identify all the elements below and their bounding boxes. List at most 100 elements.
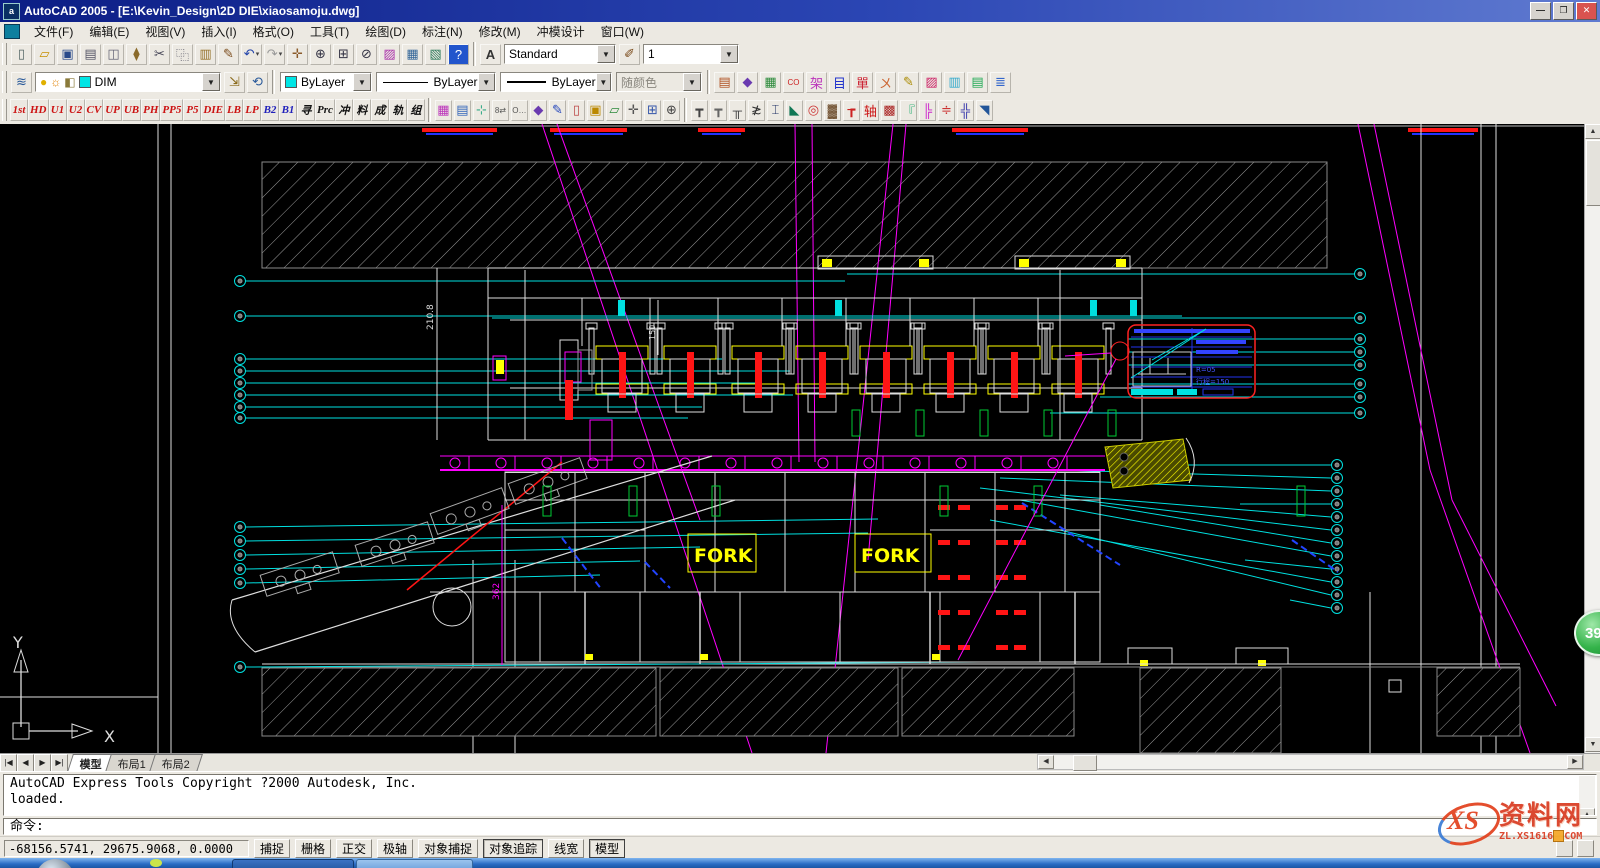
menu-格式O[interactable]: 格式(O) — [245, 24, 302, 40]
plot-preview-icon[interactable]: ◫ — [103, 44, 124, 65]
die-button-成[interactable]: 成 — [371, 99, 389, 121]
zoom-realtime-icon[interactable]: ⊕ — [310, 44, 331, 65]
save-icon[interactable]: ▣ — [57, 44, 78, 65]
punch-4-icon[interactable]: ≵ — [748, 100, 765, 121]
punch-8-icon[interactable]: ▓ — [824, 100, 841, 121]
text-style-combo[interactable]: Standard ▼ — [504, 44, 616, 64]
title-bar[interactable]: a AutoCAD 2005 - [E:\Kevin_Design\2D DIE… — [0, 0, 1600, 22]
die-bars-icon[interactable]: ▥ — [944, 72, 965, 93]
restore-button[interactable]: ❐ — [1553, 2, 1574, 20]
status-toggle-极轴[interactable]: 极轴 — [377, 839, 413, 858]
die-palette-icon[interactable]: ▨ — [921, 72, 942, 93]
linetype-combo[interactable]: ByLayer ▼ — [376, 72, 496, 92]
tab-nav-2[interactable]: ▶ — [34, 754, 51, 772]
command-prompt[interactable]: 命令: — [3, 818, 1597, 835]
punch-12-icon[interactable]: 『 — [900, 100, 917, 121]
tab-布局2[interactable]: 布局2 — [149, 754, 203, 772]
status-toggle-模型[interactable]: 模型 — [589, 839, 625, 858]
status-toggle-线宽[interactable]: 线宽 — [548, 839, 584, 858]
menu-视图V[interactable]: 视图(V) — [137, 24, 193, 40]
lock-icon[interactable]: ◧ — [64, 75, 75, 89]
layer-color-swatch[interactable] — [79, 76, 91, 88]
punch-1-icon[interactable]: ┳ — [691, 100, 708, 121]
tool-plus-icon[interactable]: ⊕ — [663, 100, 680, 121]
status-toggle-正交[interactable]: 正交 — [336, 839, 372, 858]
status-toggle-栅格[interactable]: 栅格 — [295, 839, 331, 858]
die-button-LB[interactable]: LB — [225, 99, 243, 121]
die-button-UP[interactable]: UP — [103, 99, 122, 121]
die-button-HD[interactable]: HD — [28, 99, 49, 121]
command-history[interactable]: AutoCAD Express Tools Copyright ?2000 Au… — [3, 774, 1597, 816]
die-jia-icon[interactable]: 架 — [806, 72, 827, 93]
punch-16-icon[interactable]: ◥ — [976, 100, 993, 121]
die-pen-icon[interactable]: ✎ — [898, 72, 919, 93]
punch-5-icon[interactable]: ⌶ — [767, 100, 784, 121]
die-button-1st[interactable]: 1st — [10, 99, 28, 121]
new-icon[interactable]: ▯ — [11, 44, 32, 65]
chevron-down-icon[interactable]: ▼ — [353, 73, 371, 91]
tool-b-icon[interactable]: ⊞ — [644, 100, 661, 121]
die-cns-icon[interactable]: 〤 — [875, 72, 896, 93]
die-button-P5[interactable]: P5 — [183, 99, 201, 121]
menu-插入I[interactable]: 插入(I) — [193, 24, 244, 40]
chevron-down-icon[interactable]: ▼ — [596, 73, 611, 91]
bulb-icon[interactable]: ● — [40, 75, 47, 89]
taskbar-app-1[interactable] — [232, 859, 354, 868]
die-button-寻[interactable]: 寻 — [297, 99, 315, 121]
make-layer-current-icon[interactable]: ⇲ — [224, 72, 245, 93]
vertical-scrollbar[interactable]: ▲ ▼ — [1584, 124, 1600, 753]
help-icon[interactable]: ? — [448, 44, 469, 65]
die-button-LP[interactable]: LP — [243, 99, 261, 121]
dim-style-icon[interactable]: ✐ — [619, 44, 640, 65]
punch-6-icon[interactable]: ◣ — [786, 100, 803, 121]
layer-previous-icon[interactable]: ⟲ — [247, 72, 268, 93]
taskbar-app-2[interactable] — [356, 859, 473, 868]
freeze-icon[interactable]: ☼ — [50, 75, 61, 89]
die-button-料[interactable]: 料 — [353, 99, 371, 121]
punch-11-icon[interactable]: ▩ — [881, 100, 898, 121]
chevron-down-icon[interactable]: ▼ — [202, 73, 220, 91]
publish-icon[interactable]: ⧫ — [126, 44, 147, 65]
die-dan-icon[interactable]: 單 — [852, 72, 873, 93]
menu-编辑E[interactable]: 编辑(E) — [81, 24, 137, 40]
horizontal-scroll-thumb[interactable] — [1073, 755, 1097, 771]
die-lib-icon[interactable]: ▤ — [714, 72, 735, 93]
plot-icon[interactable]: ▤ — [80, 44, 101, 65]
punch-7-icon[interactable]: ◎ — [805, 100, 822, 121]
die-button-U2[interactable]: U2 — [67, 99, 85, 121]
die-list-icon[interactable]: ▤ — [967, 72, 988, 93]
zoom-window-icon[interactable]: ⊞ — [333, 44, 354, 65]
die-button-CV[interactable]: CV — [85, 99, 104, 121]
page-green-icon[interactable]: ▱ — [606, 100, 623, 121]
chevron-down-icon[interactable]: ▼ — [478, 73, 495, 91]
die-co-icon[interactable]: CO — [783, 72, 804, 93]
tab-nav-1[interactable]: ◀ — [17, 754, 34, 772]
properties-icon[interactable]: ▨ — [379, 44, 400, 65]
text-style-icon[interactable]: A — [480, 44, 501, 65]
scroll-up-icon[interactable]: ▲ — [1585, 124, 1600, 139]
die-eraser-icon[interactable]: ◆ — [737, 72, 758, 93]
paste-icon[interactable]: ▥ — [195, 44, 216, 65]
tab-nav-0[interactable]: |◀ — [0, 754, 17, 772]
menu-绘图D[interactable]: 绘图(D) — [357, 24, 414, 40]
die-button-轨[interactable]: 轨 — [389, 99, 407, 121]
status-toggle-对象追踪[interactable]: 对象追踪 — [483, 839, 543, 858]
punch-2-icon[interactable]: ┳ — [710, 100, 727, 121]
page-yellow-icon[interactable]: ▣ — [587, 100, 604, 121]
punch-9-icon[interactable]: ┲ — [843, 100, 860, 121]
layer-properties-icon[interactable]: ≋ — [11, 72, 32, 93]
chevron-down-icon[interactable]: ▼ — [597, 45, 615, 63]
redo-icon[interactable]: ↷▾ — [264, 44, 285, 65]
scroll-right-icon[interactable]: ▶ — [1567, 755, 1583, 769]
die-button-UB[interactable]: UB — [122, 99, 141, 121]
punch-10-icon[interactable]: 轴 — [862, 100, 879, 121]
copy-red-icon[interactable]: ▯ — [568, 100, 585, 121]
designcenter-icon[interactable]: ▦ — [402, 44, 423, 65]
chevron-down-icon[interactable]: ▼ — [720, 45, 738, 63]
drawing-canvas[interactable]: FORKFORKR=05行程=150210.8150362YX — [0, 124, 1584, 753]
match-properties-icon[interactable]: ✎ — [218, 44, 239, 65]
menu-文件F[interactable]: 文件(F) — [26, 24, 81, 40]
punch-13-icon[interactable]: ╠ — [919, 100, 936, 121]
dim-grid-icon[interactable]: ▦ — [435, 100, 452, 121]
dim-8-icon[interactable]: 8⇄ — [492, 100, 509, 121]
